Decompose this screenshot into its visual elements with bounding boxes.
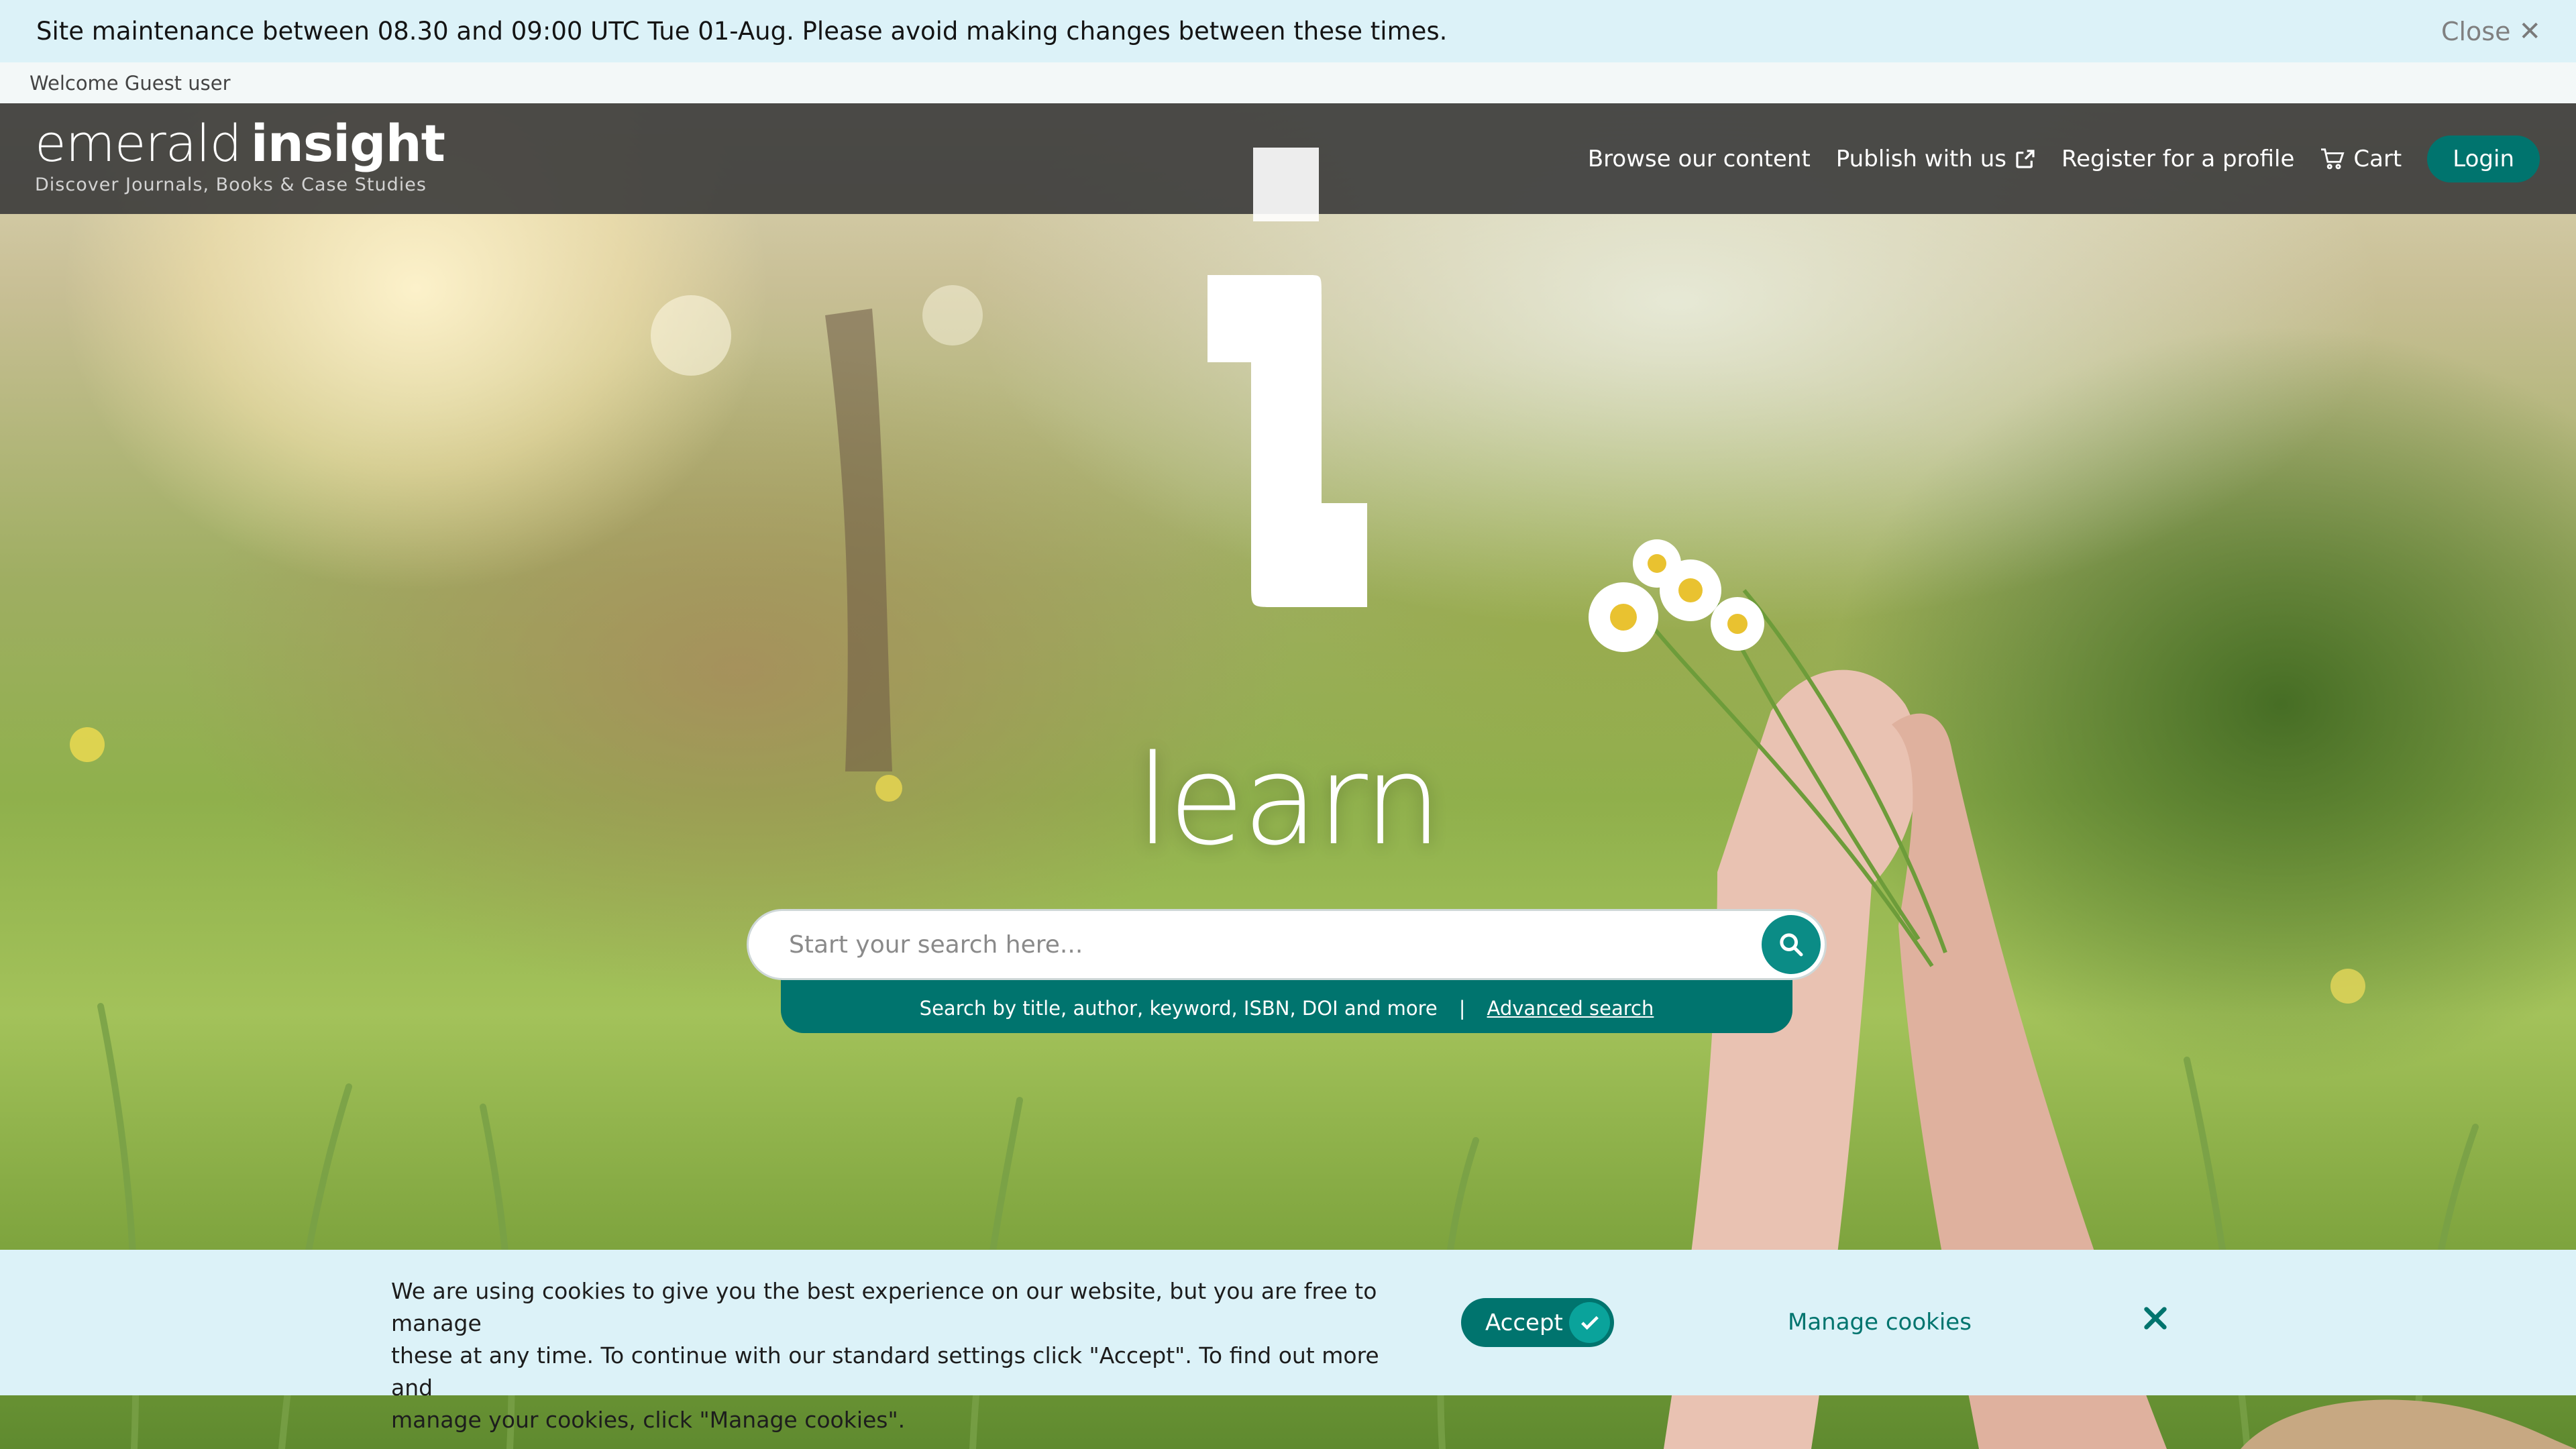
welcome-text: Welcome Guest user — [30, 71, 231, 95]
brand-wordmark-bold: insight — [250, 113, 445, 173]
cart-icon — [2321, 148, 2345, 169]
search-helper-separator: | — [1458, 997, 1466, 1020]
search-button[interactable] — [1762, 915, 1821, 974]
nav-publish-label: Publish with us — [1835, 145, 2006, 172]
welcome-strip: Welcome Guest user — [0, 62, 2576, 103]
search-box — [747, 909, 1827, 980]
brand-tagline: Discover Journals, Books & Case Studies — [35, 174, 427, 195]
nav-register-label: Register for a profile — [2061, 145, 2295, 172]
manage-cookies-link[interactable]: Manage cookies — [1788, 1309, 1972, 1336]
cookie-dismiss-button[interactable] — [2142, 1305, 2169, 1332]
cookie-banner: We are using cookies to give you the bes… — [0, 1250, 2576, 1433]
nav-links: Browse our content Publish with us Regis… — [1562, 103, 2540, 214]
maintenance-close-button[interactable]: Close ✕ — [2441, 0, 2541, 62]
brand-logo[interactable]: emerald insight Discover Journals, Books … — [35, 118, 445, 196]
emerald-i-logo-icon — [1208, 148, 1367, 607]
cookie-message-line: these at any time. To continue with our … — [391, 1342, 1379, 1401]
cookie-message-line: manage your cookies, click "Manage cooki… — [391, 1407, 906, 1433]
close-icon: ✕ — [2518, 15, 2541, 47]
search-helper-text: Search by title, author, keyword, ISBN, … — [919, 997, 1438, 1020]
cookie-message-line: We are using cookies to give you the bes… — [391, 1278, 1377, 1336]
nav-browse-content[interactable]: Browse our content — [1588, 146, 1811, 172]
search-input[interactable] — [789, 930, 1728, 959]
check-icon — [1569, 1302, 1610, 1343]
brand-wordmark-light: emerald — [35, 113, 242, 173]
login-button[interactable]: Login — [2427, 135, 2540, 182]
maintenance-close-label: Close — [2440, 16, 2511, 46]
nav-browse-label: Browse our content — [1587, 145, 1811, 172]
advanced-search-link[interactable]: Advanced search — [1487, 997, 1654, 1020]
accept-label: Accept — [1485, 1309, 1563, 1336]
nav-cart[interactable]: Cart — [2320, 146, 2402, 172]
brand-wordmark: emerald insight — [35, 118, 445, 169]
search-icon — [1780, 933, 1803, 957]
nav-cart-label: Cart — [2353, 145, 2402, 172]
nav-publish-with-us[interactable]: Publish with us — [1836, 146, 2036, 172]
nav-register-profile[interactable]: Register for a profile — [2061, 146, 2294, 172]
maintenance-banner: Site maintenance between 08.30 and 09:00… — [0, 0, 2576, 62]
accept-cookies-button[interactable]: Accept — [1461, 1298, 1614, 1347]
cookie-message: We are using cookies to give you the bes… — [391, 1275, 1397, 1436]
external-link-icon — [2016, 149, 2035, 168]
maintenance-message: Site maintenance between 08.30 and 09:00… — [36, 17, 1448, 46]
hero-headline: learn — [1136, 728, 1442, 873]
